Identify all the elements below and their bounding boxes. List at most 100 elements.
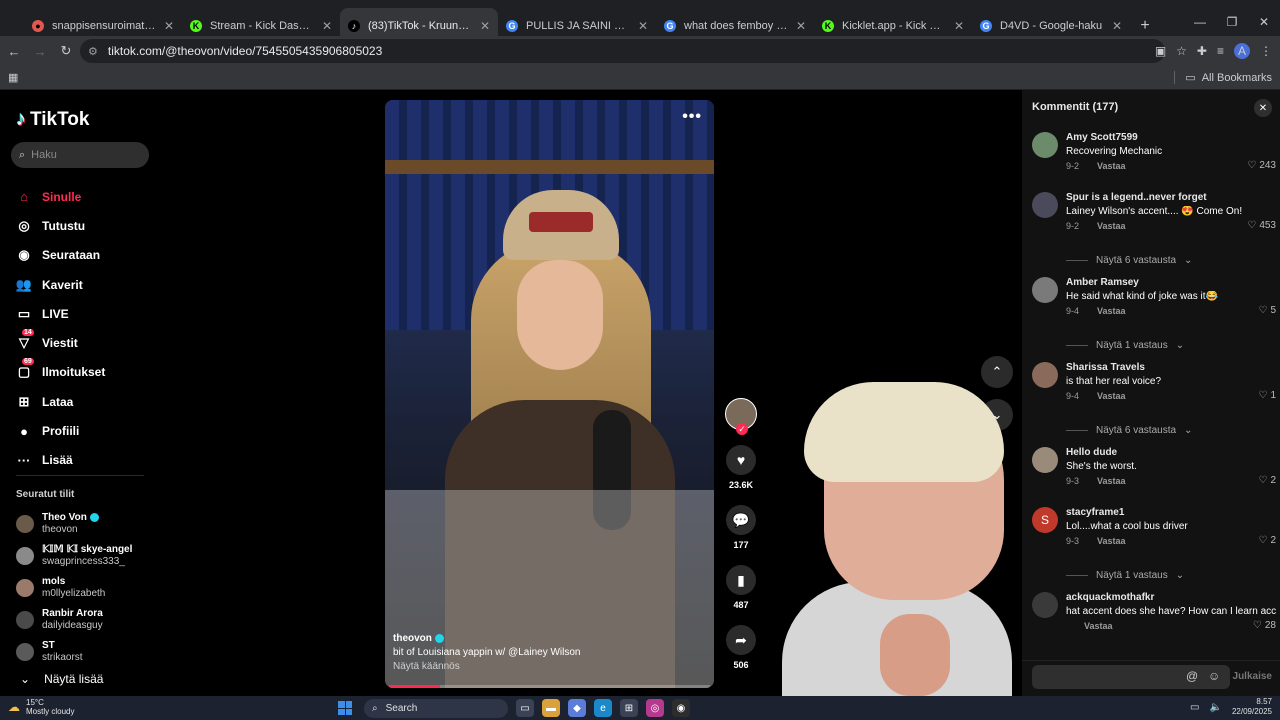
nav-item-live[interactable]: ▭ LIVE [16,299,105,328]
heart-icon[interactable]: ♥ [726,445,756,475]
clock[interactable]: 8.57 22/09/2025 [1232,697,1272,717]
back-icon[interactable]: ← [2,39,26,63]
translate-link[interactable]: Näytä käännös [393,660,580,674]
avatar[interactable] [1032,192,1058,218]
weather-widget[interactable]: ☁ 15°C Mostly cloudy [8,698,74,716]
nav-item-profiili[interactable]: ● Profiili [16,416,105,445]
tab-close-icon[interactable]: ✕ [796,19,806,33]
like-action[interactable]: ♥ 23.6K [724,445,758,490]
avatar[interactable] [1032,277,1058,303]
extensions-icon[interactable]: ✚ [1197,44,1207,58]
media-controls-icon[interactable]: ≡ [1217,44,1224,58]
file-explorer-icon[interactable]: ▬ [542,699,560,717]
followed-account[interactable]: Ranbir Arora dailyideasguy [16,604,132,636]
apps-grid-icon[interactable]: ▦ [8,71,18,84]
menu-icon[interactable]: ⋮ [1260,44,1272,58]
avatar[interactable] [1032,362,1058,388]
reply-button[interactable]: Vastaa [1097,391,1126,401]
save-action[interactable]: ▮ 487 [724,565,758,610]
cast-icon[interactable]: ▣ [1155,44,1166,58]
comment-username[interactable]: Amy Scott7599 [1066,132,1138,143]
comment-username[interactable]: stacyframe1 [1066,507,1124,518]
bookmark-icon[interactable]: ▮ [726,565,756,595]
store-icon[interactable]: ⊞ [620,699,638,717]
comment-username[interactable]: Amber Ramsey [1066,277,1139,288]
nav-item-ilmoitukset[interactable]: ▢ 69 Ilmoitukset [16,358,105,387]
view-replies-button[interactable]: Näytä 1 vastaus ⌄ [1032,563,1276,588]
all-bookmarks-button[interactable]: ▭ All Bookmarks [1174,71,1272,84]
tab-close-icon[interactable]: ✕ [1112,19,1122,33]
instagram-icon[interactable]: ◎ [646,699,664,717]
comment-input[interactable] [1032,665,1230,689]
comment-like[interactable]: ♡ 243 [1247,160,1276,171]
view-replies-button[interactable]: Näytä 6 vastausta ⌄ [1032,248,1276,273]
comment-icon[interactable]: 💬 [726,505,756,535]
reply-button[interactable]: Vastaa [1097,306,1126,316]
comment-username[interactable]: Sharissa Travels [1066,362,1145,373]
avatar[interactable] [1032,132,1058,158]
task-view-icon[interactable]: ▭ [516,699,534,717]
comment-action[interactable]: 💬 177 [724,505,758,550]
comment-like[interactable]: ♡ 28 [1253,620,1276,631]
followed-account[interactable]: mols m0llyelizabeth [16,572,132,604]
emoji-icon[interactable]: ☺ [1208,669,1220,683]
edge-icon[interactable]: e [594,699,612,717]
followed-account[interactable]: ST strikaorst [16,636,132,668]
nav-item-lisää[interactable]: ··· Lisää [16,446,105,475]
copilot-icon[interactable]: ◆ [568,699,586,717]
comment-like[interactable]: ♡ 2 [1258,475,1276,486]
comment-username[interactable]: ackquackmothafkr [1066,592,1154,603]
video-progress-bar[interactable] [389,685,710,688]
tab-close-icon[interactable]: ✕ [954,19,964,33]
comment-like[interactable]: ♡ 1 [1258,390,1276,401]
comment-username[interactable]: Hello dude [1066,447,1117,458]
nav-item-viestit[interactable]: ▽ 14 Viestit [16,328,105,357]
post-button[interactable]: Julkaise [1233,671,1272,682]
share-icon[interactable]: ➦ [726,625,756,655]
start-button[interactable] [338,701,352,715]
search-input[interactable]: ⌕ Haku [11,142,149,168]
comment-username[interactable]: Spur is a legend..never forget [1066,192,1207,203]
bookmark-star-icon[interactable]: ☆ [1176,44,1187,58]
avatar[interactable]: S [1032,507,1058,533]
tab-close-icon[interactable]: ✕ [322,19,332,33]
tab-close-icon[interactable]: ✕ [480,19,490,33]
reply-button[interactable]: Vastaa [1097,536,1126,546]
volume-icon[interactable]: 🔈 [1210,702,1222,713]
comment-like[interactable]: ♡ 453 [1247,220,1276,231]
avatar[interactable] [1032,592,1058,618]
address-bar[interactable]: ⚙ tiktok.com/@theovon/video/754550543590… [80,39,1165,63]
view-replies-button[interactable]: Näytä 6 vastausta ⌄ [1032,418,1276,443]
taskbar-search[interactable]: ⌕ Search [364,699,508,718]
avatar[interactable] [1032,447,1058,473]
share-action[interactable]: ➦ 506 [724,625,758,670]
tab-close-icon[interactable]: ✕ [638,19,648,33]
followed-account[interactable]: 𝕂𝕀𝕄 𝕂𝕀 skye-angel swagprincess333_ [16,540,132,572]
site-info-icon[interactable]: ⚙ [88,45,98,58]
nav-item-lataa[interactable]: ⊞ Lataa [16,387,105,416]
see-more-button[interactable]: ⌄ Näytä lisää [20,672,103,686]
follow-plus-icon[interactable]: ✓ [736,423,748,435]
view-replies-button[interactable]: Näytä 1 vastaus ⌄ [1032,333,1276,358]
reply-button[interactable]: Vastaa [1097,161,1126,171]
chrome-icon[interactable]: ◉ [672,699,690,717]
reply-button[interactable]: Vastaa [1097,221,1126,231]
tab-close-icon[interactable]: ✕ [164,19,174,33]
nav-item-sinulle[interactable]: ⌂ Sinulle [16,182,105,211]
comment-like[interactable]: ♡ 2 [1258,535,1276,546]
video-more-icon[interactable]: ••• [682,108,702,126]
comment-like[interactable]: ♡ 5 [1258,305,1276,316]
nav-item-tutustu[interactable]: ◎ Tutustu [16,211,105,240]
network-icon[interactable]: ▭ [1190,702,1199,713]
mention-icon[interactable]: @ [1186,669,1198,683]
profile-avatar[interactable]: A [1234,43,1250,59]
author-avatar[interactable]: ✓ [725,398,757,435]
reply-button[interactable]: Vastaa [1084,621,1113,631]
nav-item-seurataan[interactable]: ◉ Seurataan [16,241,105,270]
reply-button[interactable]: Vastaa [1097,476,1126,486]
followed-account[interactable]: Theo Von theovon [16,508,132,540]
reload-icon[interactable]: ↻ [54,39,78,63]
close-icon[interactable]: ✕ [1254,99,1272,117]
tiktok-logo[interactable]: ♪ TikTok [16,108,89,131]
forward-icon[interactable]: → [28,39,52,63]
